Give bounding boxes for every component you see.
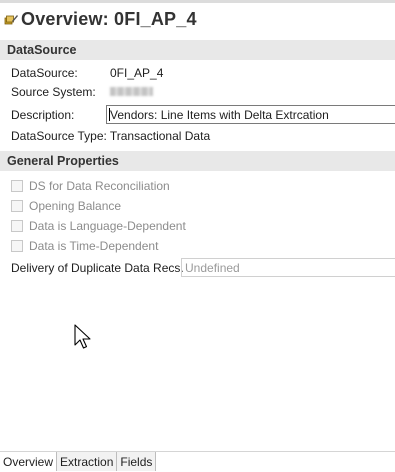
datasource-type-row: DataSource Type: Transactional Data [11,127,210,145]
datasource-value: 0FI_AP_4 [110,66,164,80]
tab-overview[interactable]: Overview [0,452,58,471]
duplicate-records-row: Delivery of Duplicate Data Recs. [11,258,184,277]
page-title: Overview: 0FI_AP_4 [21,8,197,29]
tab-fields[interactable]: Fields [117,452,157,471]
description-label: Description: [11,108,75,122]
checkbox-box[interactable] [11,240,23,252]
description-row: Description: [11,106,74,124]
general-properties-title: General Properties [7,154,119,168]
checkbox-box[interactable] [11,200,23,212]
tab-fields-label: Fields [120,454,153,469]
datasource-label: DataSource: [11,66,78,80]
duplicate-records-label: Delivery of Duplicate Data Recs. [11,260,184,275]
datasource-section-title: DataSource [7,43,77,57]
checkbox-box[interactable] [11,220,23,232]
tab-overview-label: Overview [3,454,54,469]
checkbox-time-dependent[interactable]: Data is Time-Dependent [11,237,158,255]
checkbox-label: DS for Data Reconciliation [29,179,170,193]
datasource-edit-icon [4,12,18,26]
checkbox-ds-reconciliation[interactable]: DS for Data Reconciliation [11,177,170,195]
mouse-pointer-icon [74,324,92,353]
source-system-value-redacted [0,83,200,101]
duplicate-records-field[interactable]: Undefined [181,258,395,277]
editor-header: Overview: 0FI_AP_4 [0,4,395,34]
checkbox-label: Data is Time-Dependent [29,239,159,253]
description-value: Vendors: Line Items with Delta Extrcatio… [110,107,329,122]
tab-extraction[interactable]: Extraction [57,452,118,471]
checkbox-language-dependent[interactable]: Data is Language-Dependent [11,217,186,235]
checkbox-label: Data is Language-Dependent [29,219,186,233]
datasource-type-value: Transactional Data [109,129,211,143]
checkbox-opening-balance[interactable]: Opening Balance [11,197,121,215]
datasource-row: DataSource: [11,64,78,82]
checkbox-box[interactable] [11,180,23,192]
checkbox-label: Opening Balance [29,199,122,213]
datasource-type-label: DataSource Type: [11,129,107,143]
top-toolbar-strip [0,0,395,3]
description-input[interactable]: Vendors: Line Items with Delta Extrcatio… [106,105,395,124]
tab-extraction-label: Extraction [60,454,114,469]
datasource-section-header[interactable]: DataSource [0,40,395,60]
duplicate-records-value: Undefined [185,260,240,275]
editor-tabs: Overview Extraction Fields [0,452,395,472]
general-properties-section-header[interactable]: General Properties [0,151,395,171]
